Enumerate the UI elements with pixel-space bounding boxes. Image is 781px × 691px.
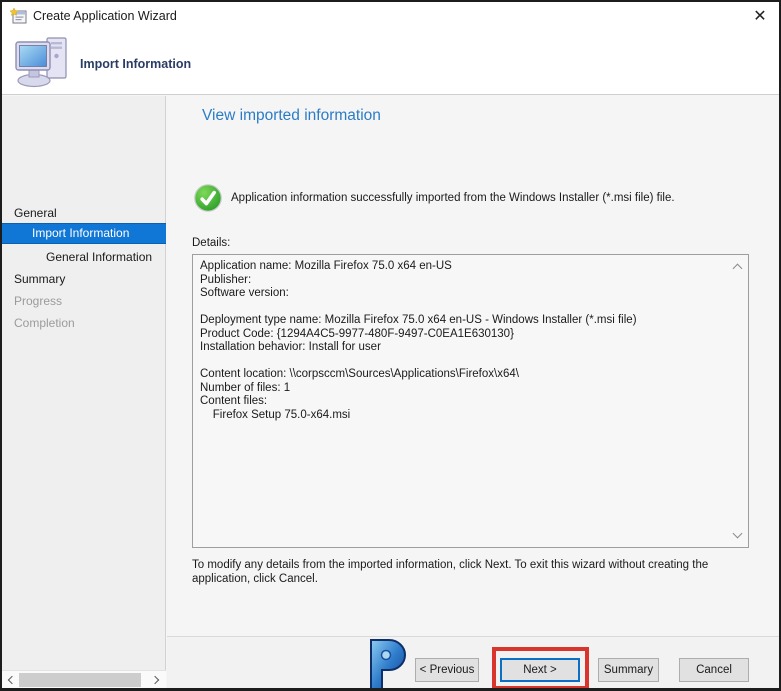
nav-item-summary[interactable]: Summary: [14, 272, 65, 286]
details-line: Content files:: [200, 395, 728, 409]
green-check-icon: [194, 184, 222, 212]
details-line: Deployment type name: Mozilla Firefox 75…: [200, 314, 728, 328]
horizontal-scrollbar[interactable]: [2, 670, 166, 688]
details-line: [200, 355, 728, 369]
wizard-content-pane: View imported information Application in…: [167, 96, 779, 688]
details-line: Installation behavior: Install for user: [200, 341, 728, 355]
nav-item-completion: Completion: [14, 316, 75, 330]
details-label: Details:: [192, 237, 230, 249]
details-line: Product Code: {1294A4C5-9977-480F-9497-C…: [200, 328, 728, 342]
blue-p-logo: [364, 638, 412, 691]
scroll-down-icon[interactable]: [733, 530, 743, 540]
details-line: Software version:: [200, 287, 728, 301]
details-line: Publisher:: [200, 274, 728, 288]
window-title: Create Application Wizard: [33, 9, 177, 23]
details-line: Firefox Setup 75.0-x64.msi: [200, 409, 728, 423]
details-line: [200, 301, 728, 315]
close-icon[interactable]: ✕: [749, 5, 771, 27]
scroll-up-icon[interactable]: [733, 262, 743, 272]
cancel-button[interactable]: Cancel: [679, 658, 749, 682]
details-line: Number of files: 1: [200, 382, 728, 396]
create-application-wizard-window: Create Application Wizard ✕ Import Infor…: [0, 0, 781, 691]
wizard-nav-sidebar: General Import Information General Infor…: [2, 96, 166, 688]
page-heading: View imported information: [202, 107, 381, 125]
previous-button[interactable]: < Previous: [415, 658, 479, 682]
details-textbox[interactable]: Application name: Mozilla Firefox 75.0 x…: [192, 254, 749, 548]
status-message: Application information successfully imp…: [231, 192, 751, 204]
nav-item-general[interactable]: General: [14, 206, 57, 220]
scroll-right-icon[interactable]: [152, 675, 162, 685]
nav-item-progress: Progress: [14, 294, 62, 308]
title-bar: Create Application Wizard ✕: [2, 2, 779, 29]
wizard-window-icon: [10, 8, 27, 24]
wizard-header: Import Information: [2, 29, 779, 95]
computer-icon: [14, 36, 72, 88]
footer-note: To modify any details from the imported …: [192, 558, 768, 586]
scrollbar-thumb[interactable]: [19, 673, 141, 687]
wizard-step-title: Import Information: [80, 57, 191, 71]
nav-item-import-information[interactable]: Import Information: [2, 223, 166, 244]
next-button[interactable]: Next >: [500, 658, 580, 682]
scroll-left-icon[interactable]: [6, 675, 16, 685]
nav-item-general-information[interactable]: General Information: [46, 250, 152, 264]
details-line: Application name: Mozilla Firefox 75.0 x…: [200, 260, 728, 274]
summary-button[interactable]: Summary: [598, 658, 659, 682]
details-line: Content location: \\corpsccm\Sources\App…: [200, 368, 728, 382]
